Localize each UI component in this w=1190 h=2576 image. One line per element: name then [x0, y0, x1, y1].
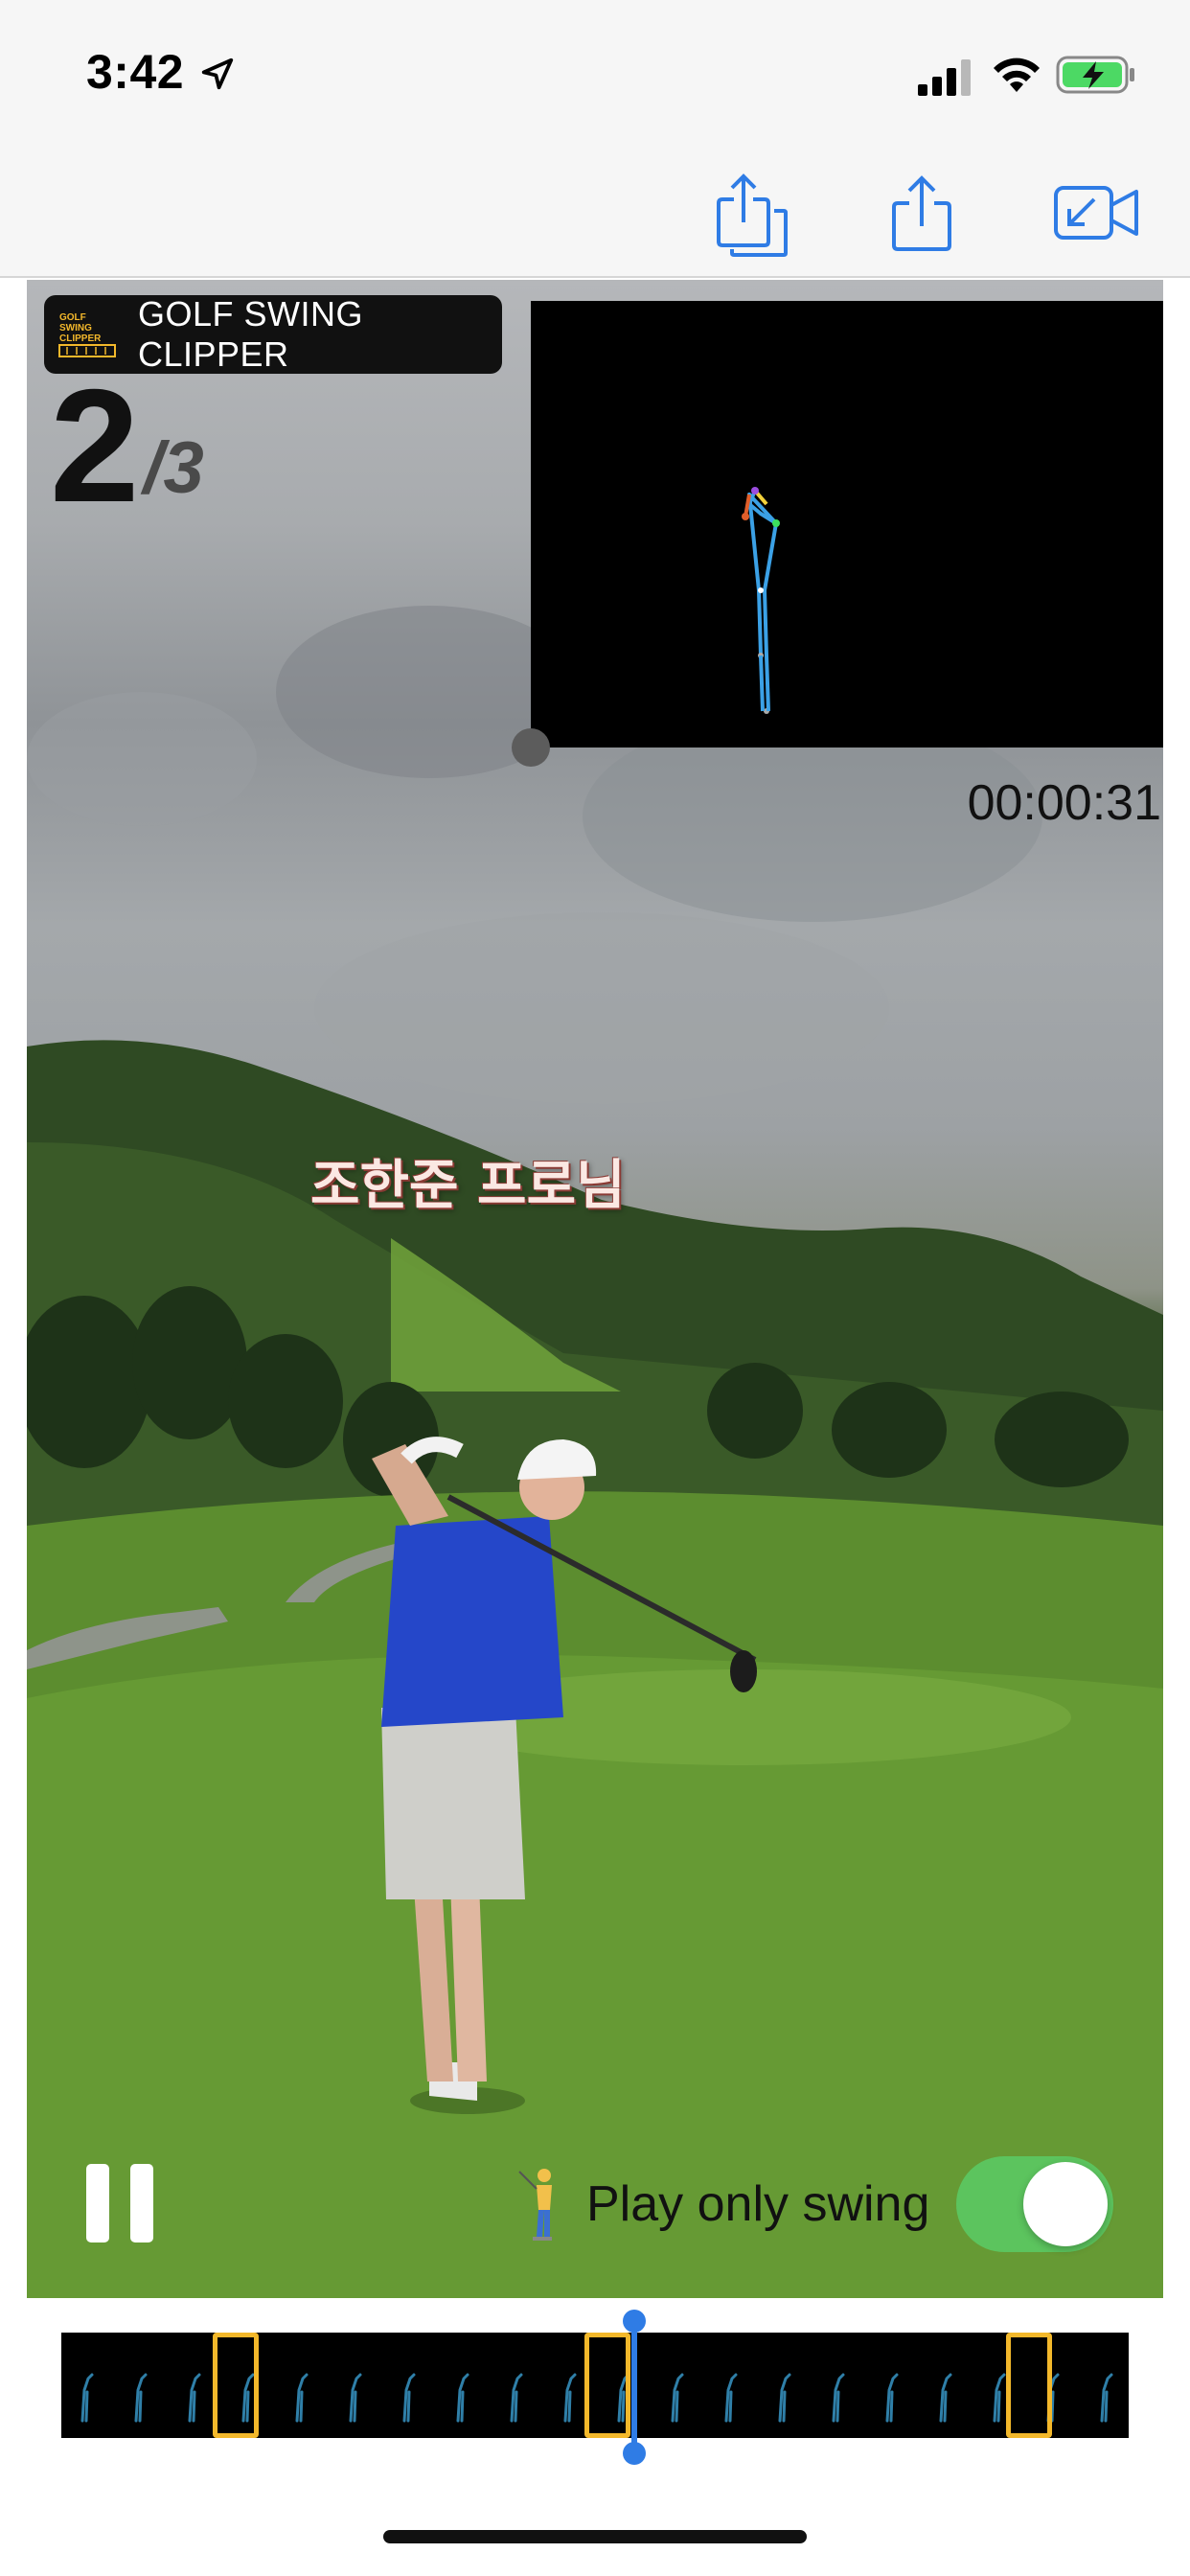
pause-button[interactable]	[86, 2164, 153, 2242]
timeline-frame-thumbnail	[349, 2373, 362, 2423]
video-import-icon	[1054, 186, 1138, 240]
wifi-icon	[994, 58, 1040, 92]
golf-swing-clipper-logo: GOLF SWING CLIPPER	[58, 312, 116, 357]
timeline-frame-thumbnail	[456, 2373, 469, 2423]
timeline-frame-thumbnail	[671, 2373, 684, 2423]
video-player[interactable]: GOLF SWING CLIPPER GOLF SWING CLIPPER 2 …	[27, 280, 1163, 2298]
toggle-knob	[1023, 2162, 1109, 2246]
pose-skeleton-preview	[531, 301, 1163, 748]
video-caption: 조한준 프로님	[310, 1155, 626, 1217]
share-clips-button[interactable]	[703, 165, 799, 261]
play-only-swing-toggle[interactable]	[956, 2156, 1114, 2252]
timeline-frame-thumbnail	[993, 2373, 1006, 2423]
play-only-swing-label: Play only swing	[586, 2176, 930, 2232]
svg-text:SWING: SWING	[59, 323, 92, 334]
clip-total-number: /3	[143, 427, 204, 509]
timeline-frame-thumbnail	[1100, 2373, 1113, 2423]
pause-icon	[130, 2164, 153, 2242]
status-time: 3:42	[86, 45, 185, 99]
pause-icon	[86, 2164, 109, 2242]
timeline-frame-thumbnail	[563, 2373, 577, 2423]
golfer-emoji-icon	[518, 2169, 552, 2241]
playhead-bottom-handle	[623, 2442, 646, 2465]
timeline-frame-thumbnail	[80, 2373, 94, 2423]
nav-bar	[0, 144, 1190, 278]
location-arrow-icon	[201, 58, 234, 90]
swing-marker[interactable]	[213, 2333, 259, 2438]
share-clips-icon	[717, 173, 788, 257]
timeline-frame-thumbnail	[402, 2373, 416, 2423]
swing-marker[interactable]	[1006, 2333, 1052, 2438]
home-indicator	[383, 2530, 807, 2543]
svg-text:GOLF: GOLF	[59, 312, 86, 323]
timeline-frame-thumbnail	[939, 2373, 952, 2423]
app-screen: 3:42 GOLF SWING CLIPPER GOLF SWING CLIPP…	[0, 0, 1190, 2576]
share-button[interactable]	[874, 165, 970, 261]
play-only-swing-row: Play only swing	[515, 2154, 1114, 2254]
timeline-frame-thumbnail	[778, 2373, 791, 2423]
playhead-line	[631, 2321, 637, 2453]
timeline-frame-thumbnail	[510, 2373, 523, 2423]
timeline-frame-thumbnail	[885, 2373, 899, 2423]
share-icon	[892, 175, 951, 251]
timeline-frame-thumbnail	[295, 2373, 309, 2423]
timeline-frame-thumbnail	[134, 2373, 148, 2423]
brand-label: GOLF SWING CLIPPER	[138, 294, 364, 374]
svg-text:CLIPPER: CLIPPER	[59, 334, 102, 344]
clip-counter: 2 /3	[50, 356, 204, 536]
video-timestamp: 00:00:31	[967, 775, 1161, 831]
battery-charging-icon	[1056, 56, 1134, 94]
preview-resize-handle[interactable]	[512, 728, 550, 767]
video-import-button[interactable]	[1048, 165, 1144, 261]
playhead-top-handle	[623, 2310, 646, 2333]
cellular-signal-icon	[918, 59, 971, 96]
clip-current-number: 2	[50, 356, 140, 536]
timeline-frame-thumbnail	[832, 2373, 845, 2423]
timeline-playhead[interactable]	[623, 2310, 646, 2465]
status-bar: 3:42	[0, 0, 1190, 144]
pose-skeleton-icon	[742, 487, 780, 714]
timeline-frame-thumbnail	[188, 2373, 201, 2423]
timeline-frame-thumbnail	[724, 2373, 738, 2423]
